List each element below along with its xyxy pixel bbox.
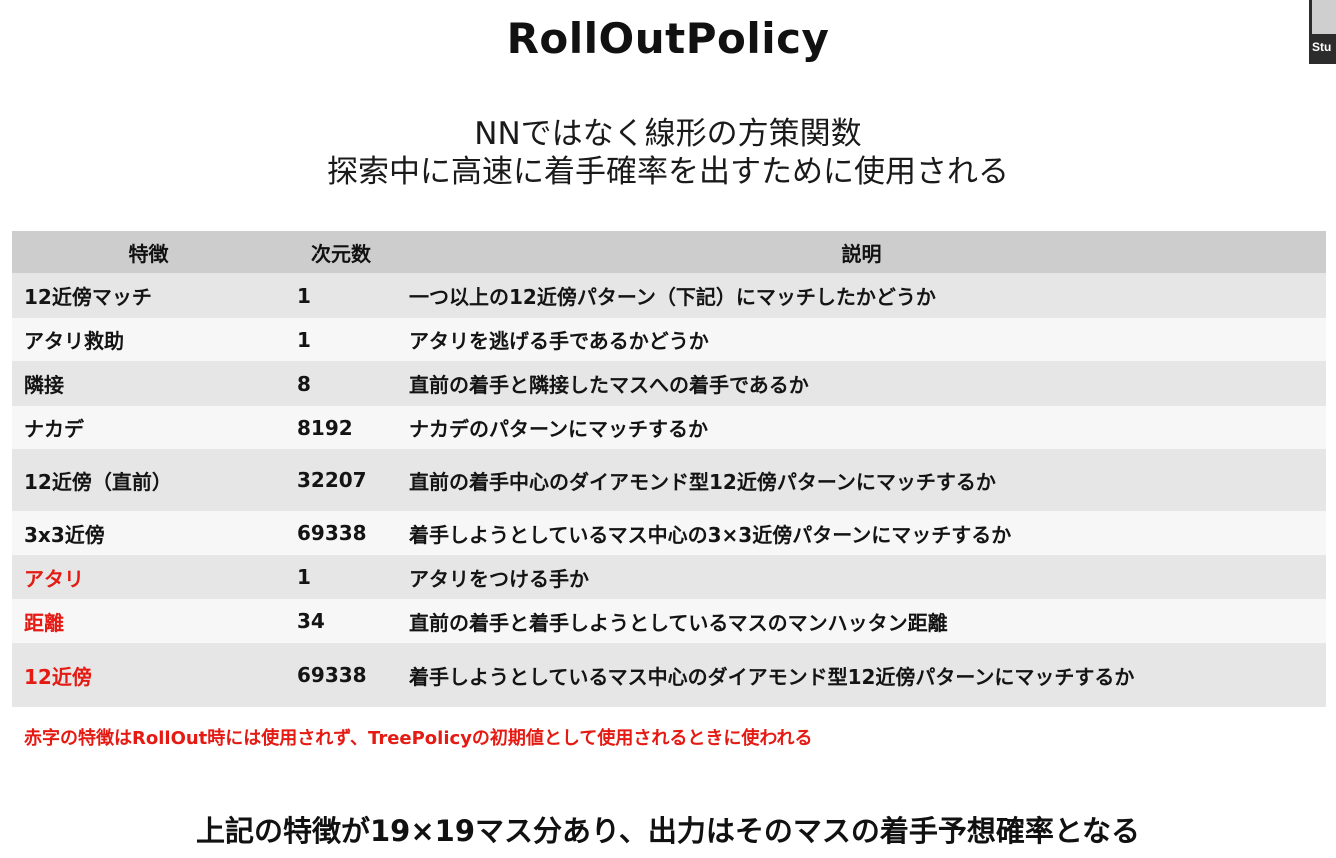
feature-description: アタリを逃げる手であるかどうか: [397, 318, 1326, 361]
feature-dimensions: 1: [285, 318, 397, 361]
feature-name: アタリ: [12, 555, 285, 599]
feature-dimensions: 69338: [285, 643, 397, 707]
summary-text: 上記の特徴が19×19マス分あり、出力はそのマスの着手予想確率となる: [196, 814, 1140, 848]
table-row: 距離 34 直前の着手と着手しようとしているマスのマンハッタン距離: [12, 599, 1326, 643]
feature-description: 直前の着手と隣接したマスへの着手であるか: [397, 361, 1326, 406]
feature-description: 着手しようとしているマス中心のダイアモンド型12近傍パターンにマッチするか: [397, 643, 1326, 707]
feature-dimensions: 1: [285, 555, 397, 599]
feature-description: 着手しようとしているマス中心の3×3近傍パターンにマッチするか: [397, 511, 1326, 555]
table-row: 3x3近傍 69338 着手しようとしているマス中心の3×3近傍パターンにマッチ…: [12, 511, 1326, 555]
table-row: ナカデ 8192 ナカデのパターンにマッチするか: [12, 406, 1326, 449]
feature-name: 12近傍（直前）: [12, 449, 285, 511]
feature-name: 距離: [12, 599, 285, 643]
table-row: 12近傍 69338 着手しようとしているマス中心のダイアモンド型12近傍パター…: [12, 643, 1326, 707]
feature-dimensions: 1: [285, 273, 397, 318]
feature-table: 特徴 次元数 説明 12近傍マッチ 1 一つ以上の12近傍パターン（下記）にマッ…: [12, 231, 1326, 707]
feature-name: ナカデ: [12, 406, 285, 449]
webcam-video-area: [1312, 0, 1336, 34]
red-feature-note: 赤字の特徴はRollOut時には使用されず、TreePolicyの初期値として使…: [24, 728, 813, 749]
feature-name: 隣接: [12, 361, 285, 406]
feature-description: 直前の着手と着手しようとしているマスのマンハッタン距離: [397, 599, 1326, 643]
feature-dimensions: 8192: [285, 406, 397, 449]
feature-description: 直前の着手中心のダイアモンド型12近傍パターンにマッチするか: [397, 449, 1326, 511]
feature-description: アタリをつける手か: [397, 555, 1326, 599]
table-row: アタリ救助 1 アタリを逃げる手であるかどうか: [12, 318, 1326, 361]
webcam-thumbnail: Stu: [1309, 0, 1336, 64]
subtitle-line-2: 探索中に高速に着手確率を出すために使用される: [327, 154, 1009, 190]
table-row: 12近傍マッチ 1 一つ以上の12近傍パターン（下記）にマッチしたかどうか: [12, 273, 1326, 318]
feature-name: 12近傍: [12, 643, 285, 707]
feature-dimensions: 34: [285, 599, 397, 643]
feature-dimensions: 69338: [285, 511, 397, 555]
table-row: 12近傍（直前） 32207 直前の着手中心のダイアモンド型12近傍パターンにマ…: [12, 449, 1326, 511]
feature-description: 一つ以上の12近傍パターン（下記）にマッチしたかどうか: [397, 273, 1326, 318]
slide-title: RollOutPolicy: [506, 14, 830, 63]
table-row: アタリ 1 アタリをつける手か: [12, 555, 1326, 599]
feature-name: 12近傍マッチ: [12, 273, 285, 318]
feature-description: ナカデのパターンにマッチするか: [397, 406, 1326, 449]
header-dimensions: 次元数: [285, 231, 397, 273]
header-description: 説明: [397, 231, 1326, 273]
feature-table-header: 特徴 次元数 説明: [12, 231, 1326, 273]
table-row: 隣接 8 直前の着手と隣接したマスへの着手であるか: [12, 361, 1326, 406]
feature-dimensions: 8: [285, 361, 397, 406]
feature-name: アタリ救助: [12, 318, 285, 361]
webcam-name-label: Stu: [1312, 40, 1332, 54]
feature-name: 3x3近傍: [12, 511, 285, 555]
feature-dimensions: 32207: [285, 449, 397, 511]
header-feature: 特徴: [12, 231, 285, 273]
